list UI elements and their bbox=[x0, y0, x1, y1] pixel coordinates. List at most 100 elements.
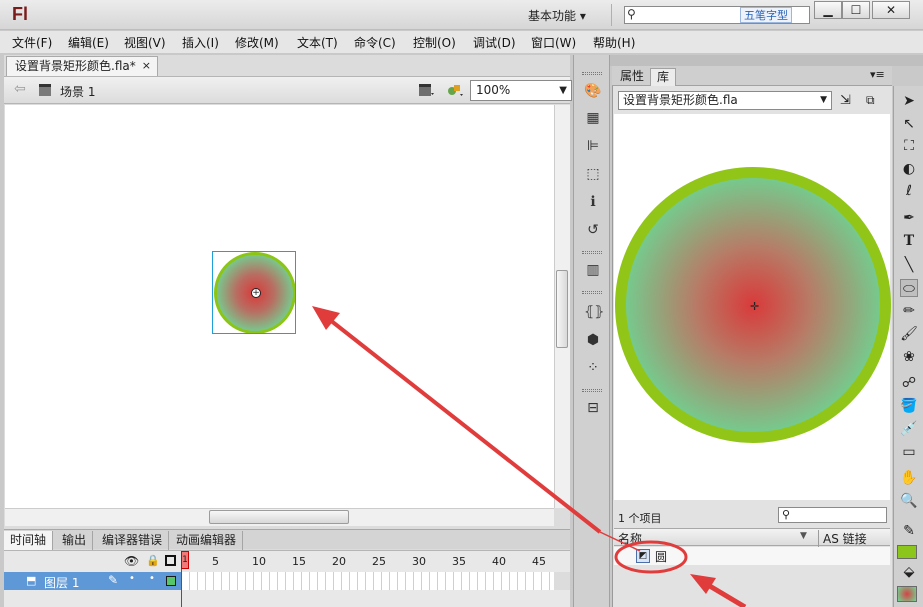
info-icon[interactable]: ℹ bbox=[584, 193, 602, 211]
lock-dot-icon[interactable]: • bbox=[149, 573, 155, 584]
history-icon[interactable]: ↺ bbox=[584, 221, 602, 239]
library-file-select[interactable]: 设置背景矩形颜色.fla ▼ bbox=[618, 91, 832, 110]
free-transform-tool-icon[interactable]: ⛶ bbox=[900, 137, 918, 155]
frame-number: 5 bbox=[212, 555, 219, 568]
panel-icon-strip: 🎨 ▦ ⊫ ⬚ ℹ ↺ ▥ ⦃⦄ ⬢ ⁘ ⊟ bbox=[573, 55, 610, 607]
3d-rotation-tool-icon[interactable]: ◐ bbox=[900, 160, 918, 178]
outline-icon[interactable] bbox=[165, 555, 176, 566]
tab-output[interactable]: 输出 bbox=[56, 531, 94, 550]
crosshair-icon: ✛ bbox=[750, 300, 760, 313]
lock-icon[interactable]: 🔒 bbox=[146, 554, 160, 567]
chevron-down-icon: ▼ bbox=[559, 85, 567, 96]
pencil-tool-icon[interactable]: ✏ bbox=[900, 302, 918, 320]
frames-grid[interactable] bbox=[182, 572, 554, 590]
brush-tool-icon[interactable]: 🖌 bbox=[900, 325, 918, 343]
menu-control[interactable]: 控制(O) bbox=[413, 34, 456, 51]
eraser-tool-icon[interactable]: ▭ bbox=[900, 443, 918, 461]
line-tool-icon[interactable]: ╲ bbox=[900, 256, 918, 274]
close-button[interactable]: ✕ bbox=[872, 1, 910, 19]
menu-text[interactable]: 文本(T) bbox=[297, 34, 338, 51]
library-search-input[interactable]: ⚲ bbox=[778, 507, 887, 523]
visibility-dot-icon[interactable]: • bbox=[129, 573, 135, 584]
text-tool-icon[interactable]: T bbox=[900, 232, 918, 250]
chevron-down-icon: ▾ bbox=[579, 9, 586, 23]
lasso-tool-icon[interactable]: ℓ bbox=[900, 182, 918, 200]
menu-window[interactable]: 窗口(W) bbox=[531, 34, 576, 51]
align-icon[interactable]: ⊫ bbox=[584, 137, 602, 155]
graphic-symbol-icon: ◩ bbox=[636, 549, 650, 563]
menu-file[interactable]: 文件(F) bbox=[12, 34, 52, 51]
eye-icon[interactable]: 👁 bbox=[124, 554, 139, 568]
menu-help[interactable]: 帮助(H) bbox=[593, 34, 635, 51]
menu-debug[interactable]: 调试(D) bbox=[473, 34, 516, 51]
menu-insert[interactable]: 插入(I) bbox=[182, 34, 219, 51]
tab-timeline[interactable]: 时间轴 bbox=[4, 531, 54, 550]
paint-bucket-tool-icon[interactable]: 🪣 bbox=[900, 397, 918, 415]
document-tab[interactable]: 设置背景矩形颜色.fla* × bbox=[6, 56, 158, 76]
actions-icon[interactable]: ⦃⦄ bbox=[584, 303, 605, 321]
layer-icon: ⬒ bbox=[26, 574, 37, 587]
playhead[interactable]: 1 bbox=[181, 551, 189, 607]
back-arrow-icon[interactable]: ⇦ bbox=[14, 81, 26, 97]
vertical-scroll-thumb[interactable] bbox=[556, 270, 568, 348]
pin-icon[interactable]: ⇲ bbox=[840, 93, 851, 108]
document-tab-title: 设置背景矩形颜色.fla* bbox=[15, 59, 136, 73]
grip-icon[interactable] bbox=[582, 72, 602, 75]
timeline-header: 👁 🔒 1 5 10 15 20 25 30 35 40 45 bbox=[4, 550, 570, 572]
new-library-panel-icon[interactable]: ⧉ bbox=[866, 93, 882, 107]
outline-color-icon[interactable] bbox=[166, 576, 176, 586]
frame-number: 15 bbox=[292, 555, 306, 568]
library-item-name: 圆 bbox=[655, 550, 668, 564]
library-tabs: 属性 库 ▾≡ bbox=[612, 66, 892, 86]
tab-properties[interactable]: 属性 bbox=[614, 68, 650, 86]
edit-scene-icon[interactable] bbox=[418, 83, 434, 97]
hand-tool-icon[interactable]: ✋ bbox=[900, 469, 918, 487]
pencil-icon: ✎ bbox=[108, 573, 119, 587]
minimize-button[interactable]: ▁ bbox=[814, 1, 842, 19]
color-panel-icon[interactable]: 🎨 bbox=[584, 82, 602, 100]
grip-icon[interactable] bbox=[582, 291, 602, 294]
eyedropper-tool-icon[interactable]: 💉 bbox=[900, 420, 918, 438]
library-item[interactable]: ◩ 圆 bbox=[614, 547, 890, 565]
code-snippets-icon[interactable]: ⬢ bbox=[584, 331, 602, 349]
tab-library[interactable]: 库 bbox=[650, 68, 677, 86]
column-as-linkage[interactable]: AS 链接 bbox=[818, 530, 867, 547]
registration-point-icon: + bbox=[251, 288, 261, 298]
frame-number: 30 bbox=[412, 555, 426, 568]
grip-icon[interactable] bbox=[582, 389, 602, 392]
panel-menu-icon[interactable]: ▾≡ bbox=[870, 68, 885, 81]
grip-icon[interactable] bbox=[582, 251, 602, 254]
menu-commands[interactable]: 命令(C) bbox=[354, 34, 396, 51]
pen-tool-icon[interactable]: ✒ bbox=[900, 209, 918, 227]
movie-explorer-icon[interactable]: ⊟ bbox=[584, 399, 602, 417]
oval-tool-icon[interactable]: ⬭ bbox=[900, 279, 918, 297]
tab-compiler-errors[interactable]: 编译器错误 bbox=[96, 531, 170, 550]
close-icon[interactable]: × bbox=[142, 57, 151, 75]
zoom-select[interactable]: 100% ▼ bbox=[470, 80, 572, 101]
transform-icon[interactable]: ⬚ bbox=[584, 165, 602, 183]
maximize-button[interactable]: ☐ bbox=[842, 1, 870, 19]
frame-number: 35 bbox=[452, 555, 466, 568]
layer-row[interactable]: ⬒ 图层 1 ✎ • • bbox=[4, 572, 182, 590]
horizontal-scroll-thumb[interactable] bbox=[209, 510, 349, 524]
fill-color-swatch[interactable] bbox=[897, 586, 917, 602]
menu-edit[interactable]: 编辑(E) bbox=[68, 34, 109, 51]
swatches-icon[interactable]: ▦ bbox=[584, 109, 602, 127]
column-name[interactable]: 名称 bbox=[618, 530, 642, 547]
playhead-cap[interactable]: 1 bbox=[181, 551, 189, 569]
deco-tool-icon[interactable]: ❀ bbox=[900, 348, 918, 366]
menu-view[interactable]: 视图(V) bbox=[124, 34, 166, 51]
components-icon[interactable]: ▥ bbox=[584, 261, 602, 279]
motion-presets-icon[interactable]: ⁘ bbox=[584, 359, 602, 377]
sort-arrow-icon[interactable]: ▼ bbox=[800, 531, 807, 541]
zoom-tool-icon[interactable]: 🔍 bbox=[900, 492, 918, 510]
selection-tool-icon[interactable]: ➤ bbox=[900, 92, 918, 110]
edit-symbols-icon[interactable] bbox=[446, 82, 464, 98]
subselection-tool-icon[interactable]: ↖ bbox=[900, 115, 918, 133]
menu-modify[interactable]: 修改(M) bbox=[235, 34, 279, 51]
stroke-color-swatch[interactable] bbox=[897, 545, 917, 559]
tab-motion-editor[interactable]: 动画编辑器 bbox=[170, 531, 244, 550]
bone-tool-icon[interactable]: ☍ bbox=[900, 374, 918, 392]
panel-top-bar bbox=[573, 55, 923, 66]
workspace-switcher[interactable]: 基本功能 ▾ bbox=[528, 7, 586, 24]
